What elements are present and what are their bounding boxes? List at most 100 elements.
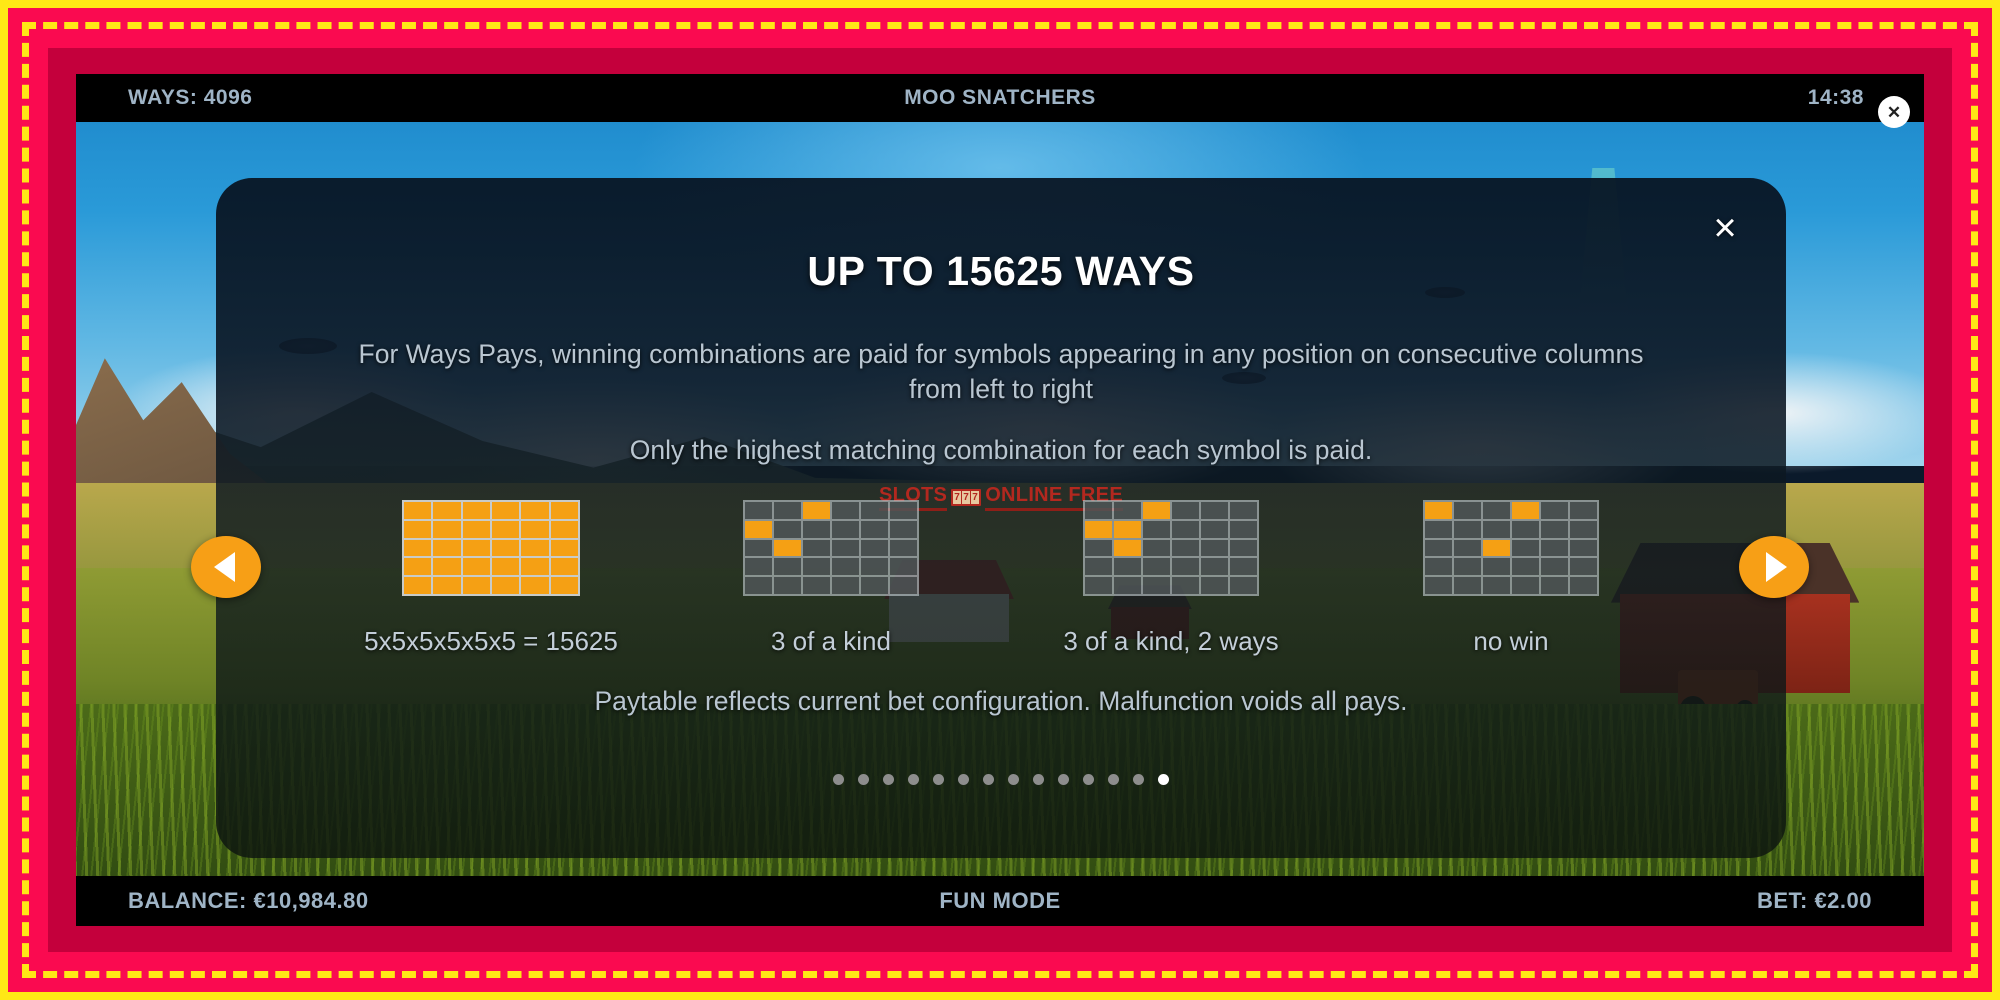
- demo-label: no win: [1473, 626, 1549, 656]
- pagination-dot[interactable]: [908, 774, 919, 785]
- grid-cell: [774, 539, 801, 557]
- grid-cell: [1425, 577, 1452, 594]
- grid-cell: [774, 520, 801, 538]
- grid-cell: [1425, 502, 1452, 519]
- pagination-dot[interactable]: [1033, 774, 1044, 785]
- pagination-dot[interactable]: [1108, 774, 1119, 785]
- grid-cell: [1172, 539, 1199, 557]
- grid-cell: [1512, 577, 1539, 594]
- grid-full-grid: [402, 500, 580, 596]
- grid-cell: [1570, 520, 1597, 538]
- grid-cell: [1085, 558, 1112, 576]
- grid-cell: [832, 502, 859, 519]
- grid-cell: [745, 520, 772, 538]
- chevron-left-icon: [213, 552, 235, 582]
- pagination-dots: [216, 774, 1786, 785]
- grid-cell: [745, 502, 772, 519]
- grid-cell: [861, 558, 888, 576]
- grid-cell: [492, 520, 520, 538]
- grid-cell: [890, 539, 917, 557]
- grid-cell: [1541, 558, 1568, 576]
- pagination-dot[interactable]: [1083, 774, 1094, 785]
- grid-cell: [1570, 539, 1597, 557]
- clock: 14:38: [1807, 86, 1864, 109]
- demo-label: 3 of a kind: [771, 626, 891, 656]
- pagination-dot[interactable]: [958, 774, 969, 785]
- grid-cell: [404, 577, 432, 594]
- grid-cell: [1570, 502, 1597, 519]
- chevron-right-icon: [1765, 552, 1787, 582]
- paytable-info-modal: × UP TO 15625 WAYS For Ways Pays, winnin…: [216, 178, 1786, 858]
- pagination-dot[interactable]: [1058, 774, 1069, 785]
- demo-three-of-a-kind-two-ways: 3 of a kind, 2 ways: [1001, 500, 1341, 657]
- grid-cell: [1085, 520, 1112, 538]
- grid-cell: [1230, 577, 1257, 594]
- grid-cell: [890, 520, 917, 538]
- grid-cell: [404, 520, 432, 538]
- grid-cell: [550, 539, 578, 557]
- grid-cell: [1512, 520, 1539, 538]
- grid-cell: [492, 577, 520, 594]
- grid-cell: [1454, 577, 1481, 594]
- grid-cell: [1172, 520, 1199, 538]
- pagination-dot[interactable]: [833, 774, 844, 785]
- grid-cell: [774, 577, 801, 594]
- grid-cell: [1483, 520, 1510, 538]
- grid-cell: [1172, 558, 1199, 576]
- grid-cell: [1114, 577, 1141, 594]
- grid-cell: [1483, 502, 1510, 519]
- grid-cell: [1143, 558, 1170, 576]
- grid-cell: [433, 558, 461, 576]
- grid-cell: [1085, 539, 1112, 557]
- grid-cell: [1114, 502, 1141, 519]
- grid-cell: [1201, 558, 1228, 576]
- grid-cell: [832, 539, 859, 557]
- grid-cell: [1454, 539, 1481, 557]
- grid-cell: [521, 577, 549, 594]
- grid-cell: [774, 558, 801, 576]
- grid-cell: [1201, 577, 1228, 594]
- grid-cell: [890, 577, 917, 594]
- grid-cell: [1143, 539, 1170, 557]
- top-status-bar: WAYS: 4096 MOO SNATCHERS 14:38: [76, 74, 1924, 122]
- bottom-status-bar: BALANCE: €10,984.80 FUN MODE BET: €2.00: [76, 876, 1924, 926]
- next-page-button[interactable]: [1739, 536, 1809, 598]
- grid-cell: [890, 502, 917, 519]
- grid-cell: [890, 558, 917, 576]
- grid-cell: [1172, 502, 1199, 519]
- grid-cell: [433, 539, 461, 557]
- grid-cell: [1114, 558, 1141, 576]
- grid-cell: [492, 502, 520, 519]
- game-viewport: WAYS: 4096 MOO SNATCHERS 14:38 ✕ × UP TO…: [76, 74, 1924, 926]
- grid-cell: [803, 502, 830, 519]
- grid-cell: [1454, 520, 1481, 538]
- grid-cell: [1143, 502, 1170, 519]
- grid-cell: [774, 502, 801, 519]
- pagination-dot[interactable]: [1133, 774, 1144, 785]
- highest-combination-note: Only the highest matching combination fo…: [629, 434, 1373, 465]
- pagination-dot[interactable]: [883, 774, 894, 785]
- pagination-dot[interactable]: [983, 774, 994, 785]
- pagination-dot[interactable]: [1158, 774, 1169, 785]
- close-icon[interactable]: ✕: [1878, 96, 1910, 128]
- ways-example-diagrams: 5x5x5x5x5x5 = 15625 3 of a kind 3 of a kin…: [216, 500, 1786, 657]
- pagination-dot[interactable]: [933, 774, 944, 785]
- pagination-dot[interactable]: [858, 774, 869, 785]
- grid-cell: [433, 520, 461, 538]
- modal-close-icon[interactable]: ×: [1702, 206, 1748, 252]
- grid-cell: [1085, 502, 1112, 519]
- grid-cell: [1425, 520, 1452, 538]
- grid-cell: [1230, 558, 1257, 576]
- bet-display: BET: €2.00: [1756, 888, 1872, 913]
- pagination-dot[interactable]: [1008, 774, 1019, 785]
- grid-cell: [861, 520, 888, 538]
- grid-cell: [1201, 539, 1228, 557]
- grid-cell: [462, 502, 490, 519]
- demo-three-of-a-kind: 3 of a kind: [661, 500, 1001, 657]
- grid-cell: [1230, 520, 1257, 538]
- grid-cell: [1512, 558, 1539, 576]
- balance-display: BALANCE: €10,984.80: [128, 888, 369, 913]
- grid-cell: [832, 577, 859, 594]
- previous-page-button[interactable]: [191, 536, 261, 598]
- demo-label: 5x5x5x5x5x5 = 15625: [364, 626, 618, 656]
